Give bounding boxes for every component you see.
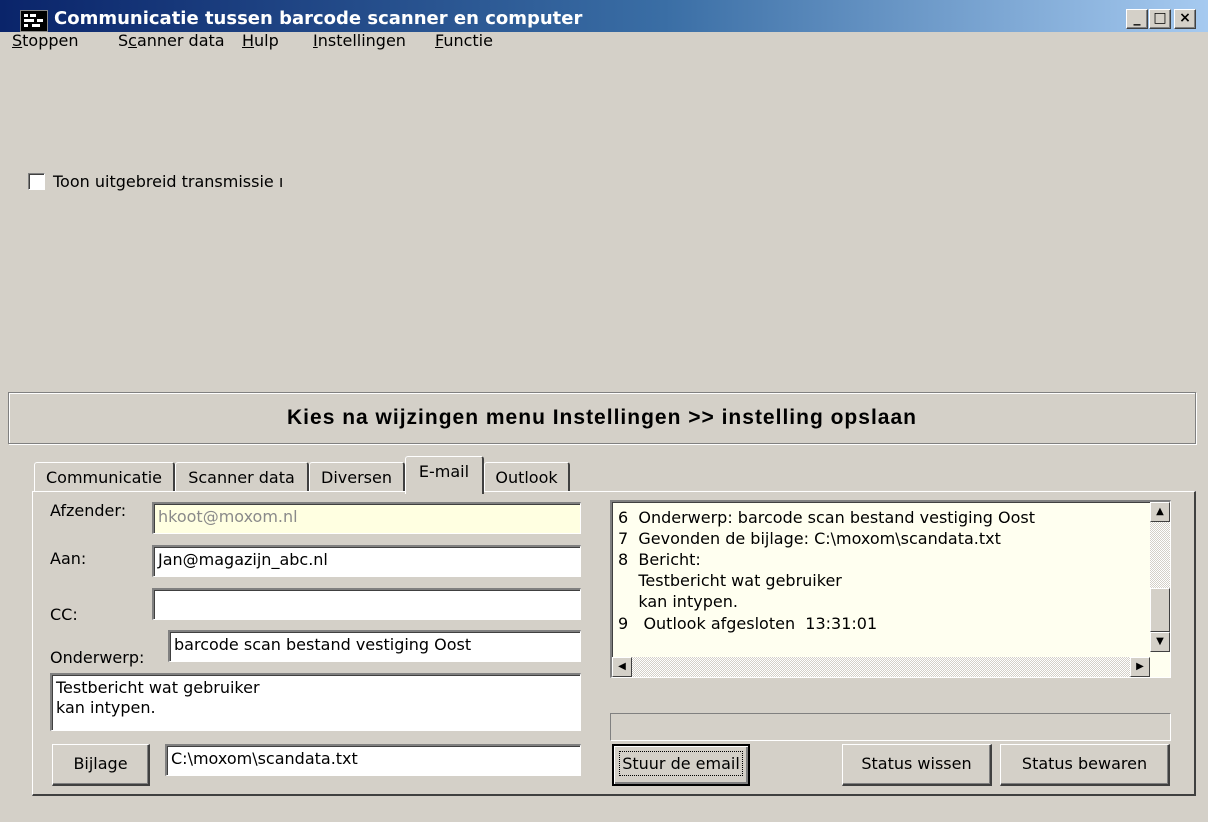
menu-label-pre: S [118,31,129,50]
tab-outlook[interactable]: Outlook [484,462,570,492]
menu-accel: c [128,31,137,50]
transmission-detail-label: Toon uitgebreid transmissie ı [53,172,284,191]
transmission-detail-checkbox[interactable] [28,173,45,190]
log-line: Testbericht wat gebruiker [618,571,842,590]
log-line: 6 Onderwerp: barcode scan bestand vestig… [618,508,1035,527]
menu-hulp[interactable]: Hulp [242,30,279,52]
menu-instellingen[interactable]: Instellingen [313,30,406,52]
maximize-button[interactable]: □ [1149,9,1171,29]
close-icon: × [1179,10,1191,26]
scroll-right-arrow-icon[interactable]: ▶ [1130,657,1150,677]
afzender-field[interactable]: hkoot@moxom.nl [152,502,581,534]
menu-functie[interactable]: Functie [435,30,493,52]
bijlage-button[interactable]: Bijlage [52,744,150,786]
menu-accel: H [242,31,255,50]
menu-label-rest: anner data [136,31,225,50]
tab-email[interactable]: E-mail [405,456,484,494]
log-line: 7 Gevonden de bijlage: C:\moxom\scandata… [618,529,1001,548]
log-line: 9 Outlook afgesloten 13:31:01 [618,614,878,633]
aan-label: Aan: [50,549,87,568]
cc-label: CC: [50,605,78,624]
scroll-up-arrow-icon[interactable]: ▲ [1150,502,1170,522]
send-email-label: Stuur de email [619,751,743,776]
save-status-label: Status bewaren [1021,754,1148,773]
bijlage-path-field[interactable]: C:\moxom\scandata.txt [165,744,581,776]
onderwerp-label: Onderwerp: [50,648,145,667]
horizontal-scrollbar[interactable] [612,657,1150,677]
aan-field[interactable]: Jan@magazijn_abc.nl [152,545,581,577]
onderwerp-field[interactable]: barcode scan bestand vestiging Oost [168,630,581,662]
instructions-banner: Kies na wijzingen menu Instellingen >> i… [8,392,1196,444]
app-icon[interactable] [20,10,48,32]
menu-label-rest: toppen [22,31,79,50]
window-title: Communicatie tussen barcode scanner en c… [54,8,583,29]
tab-communicatie[interactable]: Communicatie [34,462,175,492]
progress-bar [610,713,1171,741]
maximize-icon: □ [1153,10,1167,26]
send-email-button[interactable]: Stuur de email [612,744,750,786]
clear-status-label: Status wissen [861,754,972,773]
menu-label-rest: unctie [443,31,493,50]
scroll-left-arrow-icon[interactable]: ◀ [612,657,632,677]
close-button[interactable]: × [1174,9,1196,29]
message-body-field[interactable]: Testbericht wat gebruiker kan intypen. [50,673,581,731]
log-line: 8 Bericht: [618,550,701,569]
clear-status-button[interactable]: Status wissen [842,744,992,786]
status-log-listbox[interactable]: 6 Onderwerp: barcode scan bestand vestig… [610,500,1171,678]
save-status-button[interactable]: Status bewaren [1000,744,1170,786]
menu-stoppen[interactable]: Stoppen [12,30,79,52]
minimize-button[interactable]: _ [1126,9,1148,29]
minimize-icon: _ [1133,10,1141,26]
menu-label-rest: ulp [254,31,279,50]
vertical-scroll-thumb[interactable] [1150,588,1170,632]
afzender-label: Afzender: [50,501,127,520]
tab-diversen[interactable]: Diversen [309,462,405,492]
scroll-down-arrow-icon[interactable]: ▼ [1150,632,1170,652]
tab-scanner-data[interactable]: Scanner data [175,462,309,492]
menu-accel: S [12,31,23,50]
menu-scanner-data[interactable]: Scanner data [118,30,225,52]
bijlage-button-label: Bijlage [73,754,128,773]
cc-field[interactable] [152,588,581,620]
menu-label-rest: nstellingen [317,31,406,50]
log-line: kan intypen. [618,592,738,611]
